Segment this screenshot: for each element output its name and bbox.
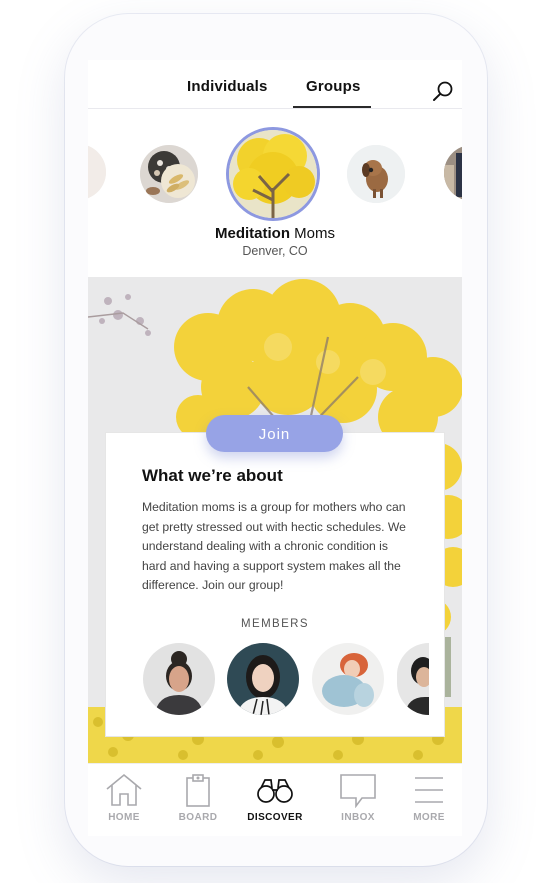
group-thumbnail-berries[interactable]: [88, 144, 106, 200]
about-description: Meditation moms is a group for mothers w…: [142, 500, 406, 592]
join-button[interactable]: Join: [206, 415, 343, 452]
group-thumbnail-person[interactable]: [444, 145, 462, 201]
nav-inbox[interactable]: INBOX: [323, 772, 393, 823]
nav-board[interactable]: BOARD: [163, 772, 233, 823]
members-label: MEMBERS: [241, 618, 309, 630]
nav-label: BOARD: [178, 812, 218, 823]
active-tab-indicator: [293, 106, 371, 108]
search-icon[interactable]: [432, 80, 454, 102]
member-avatar[interactable]: [312, 643, 384, 715]
nav-home[interactable]: HOME: [89, 772, 159, 823]
app-screen: Individuals Groups Meditation Moms Denve…: [88, 60, 462, 836]
member-avatar[interactable]: [143, 643, 215, 715]
member-avatar[interactable]: [227, 643, 299, 715]
nav-label: MORE: [413, 812, 445, 823]
group-thumbnail-dog[interactable]: [347, 145, 405, 203]
nav-label: HOME: [108, 812, 140, 823]
tab-groups[interactable]: Groups: [306, 78, 361, 95]
chat-bubble-icon: [340, 774, 376, 808]
tab-individuals[interactable]: Individuals: [187, 78, 268, 95]
nav-label: INBOX: [341, 812, 375, 823]
group-thumbnail-food-bowl[interactable]: [140, 145, 198, 203]
group-location: Denver, CO: [242, 244, 308, 258]
clipboard-icon: [186, 774, 210, 807]
about-title: What we’re about: [142, 466, 283, 485]
menu-icon: [415, 777, 443, 803]
home-icon: [106, 773, 142, 806]
nav-more[interactable]: MORE: [394, 772, 462, 823]
group-thumbnail-yellow-tree[interactable]: [229, 130, 317, 218]
tab-bar: Individuals Groups: [88, 60, 462, 109]
nav-label: DISCOVER: [247, 812, 303, 823]
bottom-nav: HOME BOARD DISCOVER INBOX MORE: [88, 763, 462, 836]
group-name: Meditation Moms: [215, 225, 335, 242]
binoculars-icon: [257, 779, 293, 803]
nav-discover[interactable]: DISCOVER: [240, 772, 310, 823]
